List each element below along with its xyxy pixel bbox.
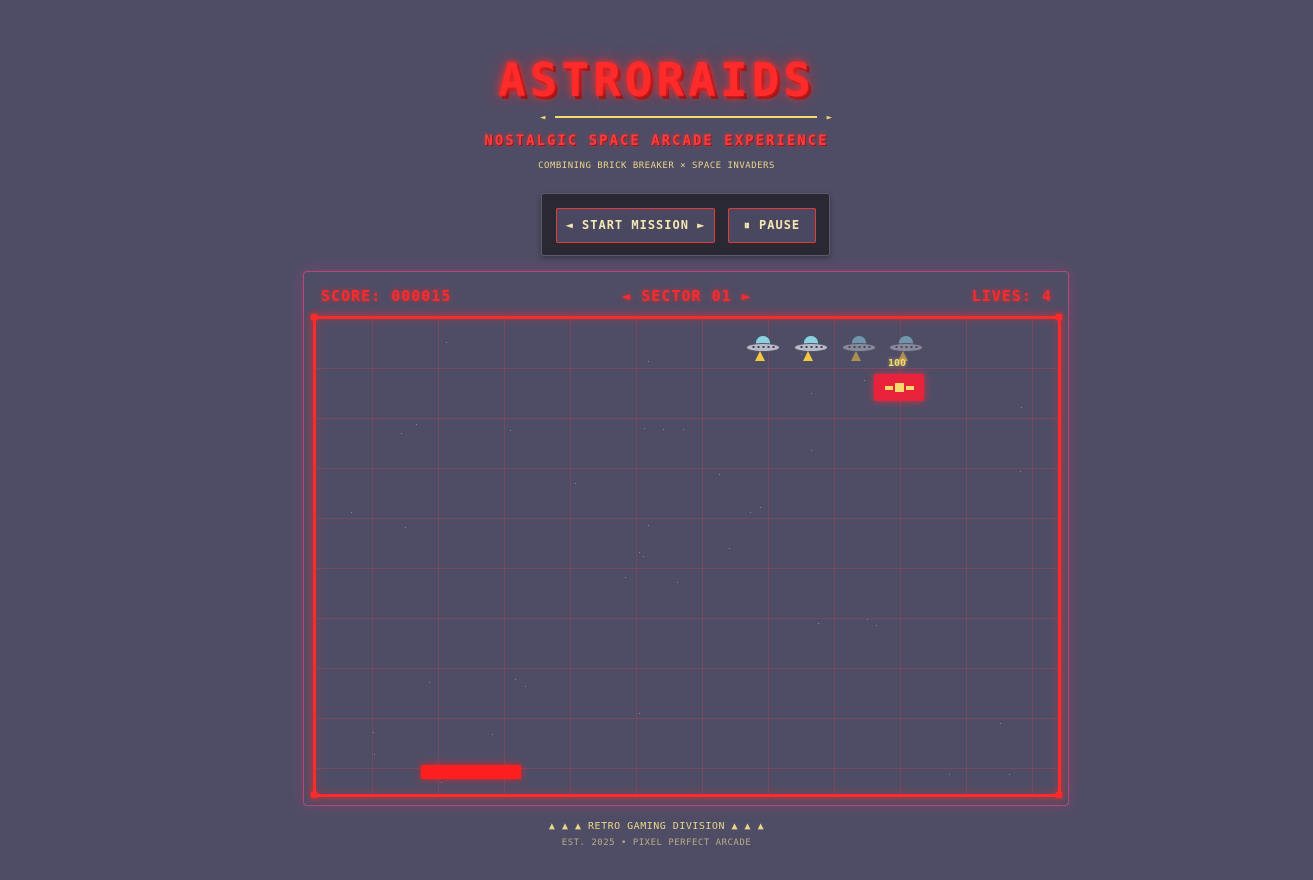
star — [876, 625, 877, 626]
star — [644, 428, 645, 429]
points-popup: 100 — [888, 358, 907, 369]
star — [811, 450, 812, 451]
brick-pattern-icon — [874, 374, 924, 401]
star — [949, 774, 950, 775]
control-panel: ◄ START MISSION ► ⏸ PAUSE — [541, 193, 830, 256]
star — [750, 512, 751, 513]
star — [492, 734, 493, 735]
star — [1009, 774, 1010, 775]
divider-line — [555, 116, 817, 118]
lives-display: LIVES: 4 — [971, 287, 1052, 305]
star — [639, 713, 640, 714]
star — [441, 782, 442, 783]
tagline: COMBINING BRICK BREAKER × SPACE INVADERS — [538, 161, 775, 171]
star — [639, 552, 640, 553]
star — [374, 754, 375, 755]
ufo-icon — [746, 335, 780, 363]
star — [818, 623, 819, 624]
star — [625, 577, 626, 578]
star — [719, 474, 720, 475]
star — [515, 679, 516, 680]
ufo-icon — [794, 335, 828, 363]
star — [525, 686, 526, 687]
game-title: ASTRORAIDS — [498, 53, 815, 107]
star — [867, 619, 868, 620]
star — [760, 507, 761, 508]
star — [401, 433, 402, 434]
star — [351, 512, 352, 513]
footer-established: EST. 2025 • PIXEL PERFECT ARCADE — [561, 838, 752, 848]
star — [429, 682, 430, 683]
star — [1020, 471, 1021, 472]
star — [864, 380, 865, 381]
start-mission-button[interactable]: ◄ START MISSION ► — [556, 208, 715, 243]
page: ASTRORAIDS ◄ ► NOSTALGIC SPACE ARCADE EX… — [0, 0, 1313, 880]
sector-display: ◄ SECTOR 01 ► — [621, 287, 752, 305]
star — [405, 527, 406, 528]
arrow-left-icon: ◄ — [540, 113, 546, 123]
arena-corner — [311, 314, 317, 320]
star — [648, 361, 649, 362]
star — [729, 548, 730, 549]
star — [677, 582, 678, 583]
title-divider: ◄ ► — [540, 111, 832, 125]
subtitle: NOSTALGIC SPACE ARCADE EXPERIENCE — [484, 133, 829, 149]
star — [643, 556, 644, 557]
star — [575, 483, 576, 484]
star — [648, 525, 649, 526]
star — [663, 429, 664, 430]
star — [373, 732, 374, 733]
star — [446, 342, 447, 343]
star — [1021, 407, 1022, 408]
player-paddle[interactable] — [421, 765, 521, 779]
star — [416, 424, 417, 425]
arena-corner — [1056, 792, 1062, 798]
star — [811, 393, 812, 394]
arrow-right-icon: ► — [826, 113, 832, 123]
pause-button[interactable]: ⏸ PAUSE — [728, 208, 816, 243]
game-arena[interactable]: 100 — [313, 316, 1061, 797]
star — [683, 429, 684, 430]
arena-corner — [311, 792, 317, 798]
arena-corner — [1056, 314, 1062, 320]
ufo-icon — [842, 335, 876, 363]
footer-division: ▲ ▲ ▲ RETRO GAMING DIVISION ▲ ▲ ▲ — [548, 821, 765, 832]
brick — [874, 374, 924, 401]
star — [510, 430, 511, 431]
star — [1000, 723, 1001, 724]
